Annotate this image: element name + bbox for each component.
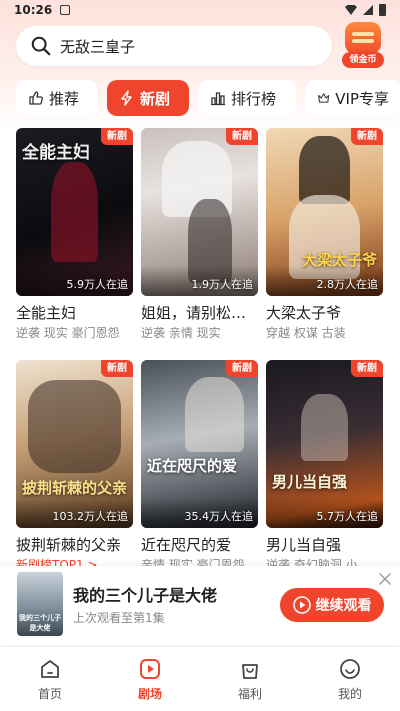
continue-watching-button[interactable]: 继续观看 xyxy=(280,588,384,622)
watcher-count: 5.9万人在追 xyxy=(66,278,129,291)
status-time: 10:26 xyxy=(14,3,53,17)
search-input[interactable]: 无敌三皇子 xyxy=(16,26,332,66)
new-drama-badge: 新剧 xyxy=(101,128,133,145)
new-drama-badge: 新剧 xyxy=(101,360,133,377)
drama-poster: 披荆斩棘的父亲 新剧 103.2万人在追 xyxy=(16,360,133,528)
signal-icon xyxy=(363,5,373,15)
drama-card[interactable]: 披荆斩棘的父亲 新剧 103.2万人在追 披荆斩棘的父亲 新剧榜TOP1 > xyxy=(16,360,133,592)
new-drama-badge: 新剧 xyxy=(226,360,258,377)
drama-tags: 穿越 权谋 古装 xyxy=(266,326,346,340)
drama-title: 披荆斩棘的父亲 xyxy=(16,536,122,554)
drama-card[interactable]: 全能主妇 新剧 5.9万人在追 全能主妇 逆袭 现实 豪门恩怨 xyxy=(16,128,133,360)
bar-chart-icon xyxy=(211,92,225,106)
profile-icon xyxy=(340,659,360,679)
nav-label: 首页 xyxy=(37,687,62,701)
drama-poster: 全能主妇 新剧 5.9万人在追 xyxy=(16,128,133,296)
tab-rankings[interactable]: 排行榜 xyxy=(198,80,296,116)
drama-card[interactable]: 大梁太子爷 新剧 2.8万人在追 大梁太子爷 穿越 权谋 古装 xyxy=(266,128,383,360)
continue-watching-title: 我的三个儿子是大佬 xyxy=(73,586,218,605)
nav-label: 我的 xyxy=(337,687,362,701)
tab-recommend[interactable]: 推荐 xyxy=(16,80,98,116)
watcher-count: 1.9万人在追 xyxy=(191,278,254,291)
drama-poster: 近在咫尺的爱 新剧 35.4万人在追 xyxy=(141,360,258,528)
drama-tags: 逆袭 亲情 现实 xyxy=(141,326,221,340)
notification-icon xyxy=(60,5,71,15)
poster-title: 披荆斩棘的父亲 xyxy=(22,479,128,497)
play-circle-icon xyxy=(292,596,311,614)
nav-benefits[interactable]: 福利 xyxy=(200,647,300,711)
tab-label: 新剧 xyxy=(140,89,171,108)
lightning-icon xyxy=(121,90,132,106)
continue-watching-thumbnail: 我的三个儿子是大佬 xyxy=(17,572,63,636)
claim-coins-label: 领金币 xyxy=(342,52,384,68)
drama-title: 姐姐，请别松开我 xyxy=(141,304,258,322)
category-tabs: 推荐 新剧 排行榜 VIP专享 xyxy=(16,80,400,116)
tab-label: VIP专享 xyxy=(335,89,389,108)
nav-label: 福利 xyxy=(237,687,262,701)
drama-title: 大梁太子爷 xyxy=(266,304,342,322)
drama-card[interactable]: 近在咫尺的爱 新剧 35.4万人在追 近在咫尺的爱 亲情 现实 豪门恩怨 xyxy=(141,360,258,592)
treasure-chest-icon xyxy=(345,22,381,54)
watcher-count: 103.2万人在追 xyxy=(52,510,129,523)
play-icon xyxy=(140,659,160,679)
nav-label: 剧场 xyxy=(137,687,162,701)
tab-label: 排行榜 xyxy=(231,89,277,108)
continue-watching-progress: 上次观看至第1集 xyxy=(73,611,165,625)
battery-icon xyxy=(379,4,386,16)
nav-profile[interactable]: 我的 xyxy=(300,647,400,711)
new-drama-badge: 新剧 xyxy=(226,128,258,145)
thumbnail-title: 我的三个儿子是大佬 xyxy=(19,614,61,632)
watcher-count: 2.8万人在追 xyxy=(316,278,379,291)
continue-watching-button-label: 继续观看 xyxy=(315,598,372,614)
nav-home[interactable]: 首页 xyxy=(0,647,100,711)
home-icon xyxy=(41,660,59,678)
new-drama-badge: 新剧 xyxy=(351,360,383,377)
claim-coins-button[interactable]: 领金币 xyxy=(342,22,384,68)
tab-vip-exclusive[interactable]: VIP专享 xyxy=(305,80,400,116)
drama-grid: 全能主妇 新剧 5.9万人在追 全能主妇 逆袭 现实 豪门恩怨 新剧 1.9万人… xyxy=(16,128,384,592)
close-icon[interactable] xyxy=(378,572,392,586)
continue-watching-banner[interactable]: 我的三个儿子是大佬 我的三个儿子是大佬 上次观看至第1集 继续观看 xyxy=(0,566,400,644)
tab-new-drama[interactable]: 新剧 xyxy=(107,80,189,116)
bottom-navigation: 首页 剧场 福利 我的 xyxy=(0,646,400,711)
watcher-count: 5.7万人在追 xyxy=(316,510,379,523)
search-icon xyxy=(31,36,51,56)
wifi-icon xyxy=(345,5,357,15)
thumbs-up-icon xyxy=(29,91,43,105)
crown-icon xyxy=(318,93,330,103)
tab-label: 推荐 xyxy=(49,89,80,108)
status-bar: 10:26 xyxy=(0,0,400,20)
new-drama-badge: 新剧 xyxy=(351,128,383,145)
drama-title: 全能主妇 xyxy=(16,304,77,322)
drama-poster: 大梁太子爷 新剧 2.8万人在追 xyxy=(266,128,383,296)
status-icons xyxy=(345,4,386,16)
drama-card[interactable]: 新剧 1.9万人在追 姐姐，请别松开我 逆袭 亲情 现实 xyxy=(141,128,258,360)
drama-poster: 新剧 1.9万人在追 xyxy=(141,128,258,296)
drama-poster: 男儿当自强 新剧 5.7万人在追 xyxy=(266,360,383,528)
drama-tags: 逆袭 现实 豪门恩怨 xyxy=(16,326,120,340)
drama-title: 男儿当自强 xyxy=(266,536,342,554)
poster-title: 男儿当自强 xyxy=(272,473,348,491)
gift-bag-icon xyxy=(242,664,258,679)
drama-title: 近在咫尺的爱 xyxy=(141,536,232,554)
drama-card[interactable]: 男儿当自强 新剧 5.7万人在追 男儿当自强 逆袭 奇幻脑洞 小... xyxy=(266,360,383,592)
search-query: 无敌三皇子 xyxy=(60,37,136,56)
nav-theater[interactable]: 剧场 xyxy=(100,647,200,711)
watcher-count: 35.4万人在追 xyxy=(184,510,254,523)
poster-title: 近在咫尺的爱 xyxy=(147,457,238,475)
